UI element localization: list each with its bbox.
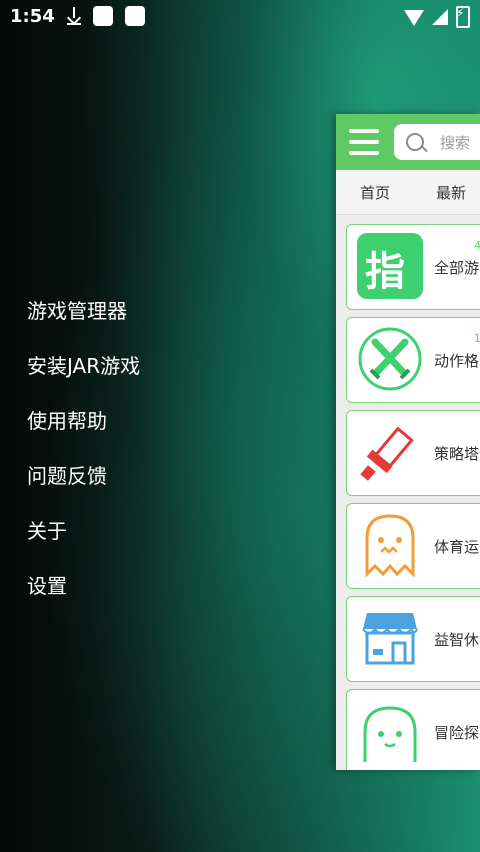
notification-icon: [92, 6, 113, 26]
drawer-item-help[interactable]: 使用帮助: [27, 406, 140, 461]
wifi-icon: [404, 10, 424, 26]
search-icon: [406, 133, 424, 151]
blob-face-icon: [363, 706, 417, 762]
shop-icon: [362, 613, 418, 665]
app-toolbar: 搜索: [336, 114, 480, 170]
tab-bar: 首页 最新: [336, 170, 480, 215]
menu-icon[interactable]: [349, 129, 379, 155]
tab-home[interactable]: 首页: [360, 182, 390, 203]
svg-text:指: 指: [365, 249, 405, 295]
drawer-item-feedback[interactable]: 问题反馈: [27, 461, 140, 516]
category-count: 1: [474, 332, 480, 345]
category-card-action[interactable]: 1 动作格: [346, 317, 480, 403]
status-bar: 1:54: [0, 0, 480, 32]
drawer-item-game-manager[interactable]: 游戏管理器: [27, 296, 140, 351]
category-card-puzzle[interactable]: 益智休: [346, 596, 480, 682]
tab-latest[interactable]: 最新: [436, 182, 466, 203]
category-label: 冒险探: [434, 724, 480, 742]
category-label: 益智休: [434, 631, 480, 649]
download-icon: [66, 7, 81, 25]
drawer-menu: 游戏管理器 安装JAR游戏 使用帮助 问题反馈 关于 设置: [27, 296, 140, 626]
drawer-item-install-jar[interactable]: 安装JAR游戏: [27, 351, 140, 406]
drawer-item-about[interactable]: 关于: [27, 516, 140, 571]
category-card-sports[interactable]: 体育运: [346, 503, 480, 589]
category-label: 全部游: [434, 259, 480, 277]
drawer-item-settings[interactable]: 设置: [27, 571, 140, 626]
search-input[interactable]: 搜索: [394, 124, 480, 160]
main-content-panel[interactable]: 搜索 首页 最新 指 4 全部游 1 动作格 策略塔 体育运 益智休 冒险探: [336, 114, 480, 770]
category-label: 体育运: [434, 538, 480, 556]
category-label: 动作格: [434, 352, 480, 370]
zhi-logo-icon: 指: [357, 233, 423, 299]
signal-icon: [432, 9, 448, 25]
status-time: 1:54: [10, 5, 55, 27]
category-label: 策略塔: [434, 445, 480, 463]
crossed-swords-icon: [358, 327, 422, 391]
category-card-adventure[interactable]: 冒险探: [346, 689, 480, 770]
category-card-strategy[interactable]: 策略塔: [346, 410, 480, 496]
notification-icon-2: [124, 6, 145, 26]
sword-icon: [360, 426, 414, 481]
ghost-icon: [365, 514, 415, 578]
search-placeholder: 搜索: [440, 133, 471, 152]
battery-icon: [456, 6, 470, 28]
category-card-all[interactable]: 指 4 全部游: [346, 224, 480, 310]
category-count: 4: [474, 239, 480, 252]
